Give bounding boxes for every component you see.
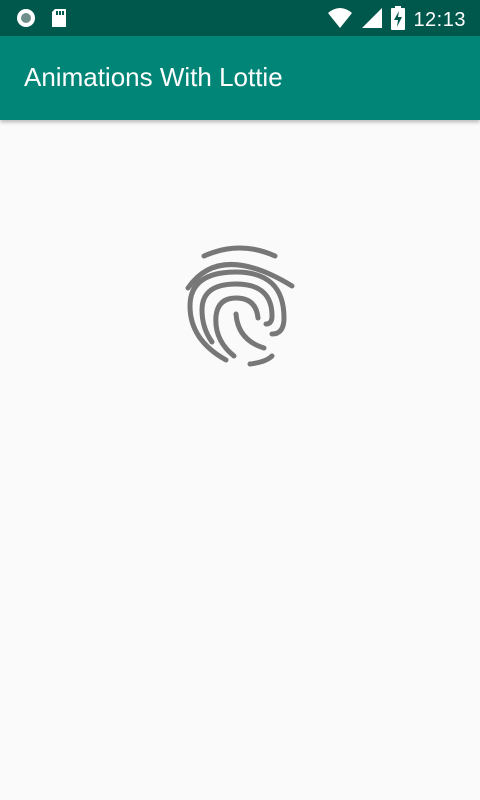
app-title: Animations With Lottie: [24, 62, 283, 92]
lottie-animation-view: [180, 244, 300, 368]
battery-charging-icon: [391, 6, 406, 35]
status-time: 12:13: [413, 9, 466, 31]
main-content: [0, 120, 480, 800]
sd-card-icon: [50, 8, 68, 33]
notification-circle-icon: [16, 8, 36, 33]
fingerprint-icon: [185, 245, 295, 367]
wifi-icon: [327, 7, 353, 34]
app-bar: Animations With Lottie: [0, 36, 480, 120]
cell-signal-icon: [361, 7, 383, 34]
status-bar: 12:13: [0, 0, 480, 36]
